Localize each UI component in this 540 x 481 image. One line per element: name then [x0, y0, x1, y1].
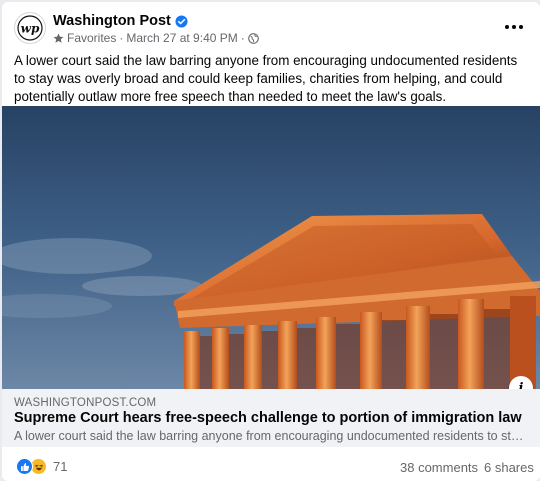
engagement-bar: 71 38 comments 6 shares — [2, 447, 540, 481]
post-timestamp[interactable]: March 27 at 9:40 PM — [126, 31, 237, 45]
more-options-icon[interactable] — [502, 17, 526, 37]
post-meta: Favorites · March 27 at 9:40 PM · — [53, 31, 259, 45]
shares-count[interactable]: 6 shares — [484, 460, 534, 475]
post-header: wp Washington Post Favorites · March 27 … — [2, 2, 540, 52]
post-text: A lower court said the law barring anyon… — [14, 53, 518, 104]
link-description: A lower court said the law barring anyon… — [14, 429, 524, 443]
svg-text:wp: wp — [21, 22, 40, 36]
supreme-court-photo — [2, 106, 540, 389]
link-preview-image[interactable]: i — [2, 106, 540, 389]
star-icon — [53, 33, 64, 43]
page-avatar[interactable]: wp — [14, 12, 46, 44]
link-domain: WASHINGTONPOST.COM — [14, 397, 157, 409]
post-card: wp Washington Post Favorites · March 27 … — [2, 2, 540, 481]
washington-post-logo-icon: wp — [17, 15, 43, 41]
verified-badge-icon — [175, 14, 188, 28]
reaction-count: 71 — [53, 459, 68, 474]
comments-count[interactable]: 38 comments — [400, 460, 478, 475]
favorites-label: Favorites — [67, 31, 117, 45]
page-name[interactable]: Washington Post — [53, 13, 171, 29]
meta-separator: · — [240, 31, 245, 45]
like-icon — [16, 458, 33, 475]
link-preview-box[interactable]: WASHINGTONPOST.COM Supreme Court hears f… — [2, 389, 540, 447]
page-name-row: Washington Post — [53, 13, 188, 29]
reactions-summary[interactable]: 71 — [16, 458, 67, 475]
link-title[interactable]: Supreme Court hears free-speech challeng… — [14, 410, 522, 426]
globe-icon[interactable] — [247, 32, 259, 44]
meta-separator: · — [119, 31, 124, 45]
